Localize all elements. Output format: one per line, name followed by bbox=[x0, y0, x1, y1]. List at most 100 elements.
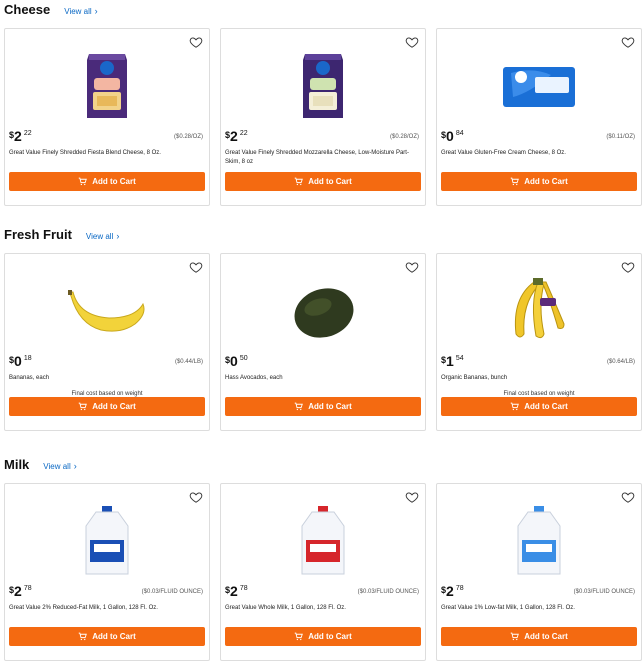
view-all-link[interactable]: View all › bbox=[64, 6, 98, 17]
product-card[interactable]: $ 0 50 Hass Avocados, each Add to Cart bbox=[220, 253, 426, 431]
cart-icon bbox=[294, 177, 304, 186]
section-title: Milk bbox=[4, 457, 30, 472]
unit-price: ($0.11/OZ) bbox=[606, 134, 635, 140]
cart-icon bbox=[294, 632, 304, 641]
cart-icon bbox=[78, 632, 88, 641]
price: $ 2 78 bbox=[441, 584, 464, 598]
add-to-cart-button[interactable]: Add to Cart bbox=[9, 397, 205, 416]
heart-icon[interactable] bbox=[189, 35, 203, 49]
product-image-cream-cheese-box[interactable] bbox=[484, 45, 594, 127]
product-name[interactable]: Great Value Gluten-Free Cream Cheese, 8 … bbox=[441, 149, 635, 158]
product-image-banana[interactable] bbox=[52, 270, 162, 352]
unit-price: ($0.03/FLUID OUNCE) bbox=[357, 589, 419, 595]
price: $ 2 22 bbox=[225, 129, 248, 143]
unit-price: ($0.03/FLUID OUNCE) bbox=[141, 589, 203, 595]
add-to-cart-button[interactable]: Add to Cart bbox=[225, 627, 421, 646]
add-to-cart-label: Add to Cart bbox=[92, 402, 136, 411]
section-header-milk: Milk View all › bbox=[4, 457, 77, 472]
heart-icon[interactable] bbox=[621, 490, 635, 504]
unit-price: ($0.28/OZ) bbox=[389, 134, 419, 140]
unit-price: ($0.28/OZ) bbox=[173, 134, 203, 140]
product-image-fiesta-cheese-bag[interactable] bbox=[52, 45, 162, 127]
heart-icon[interactable] bbox=[405, 260, 419, 274]
price: $ 0 50 bbox=[225, 354, 248, 368]
add-to-cart-button[interactable]: Add to Cart bbox=[441, 172, 637, 191]
price-cents: 22 bbox=[239, 130, 248, 137]
product-image-milk-jug-red[interactable] bbox=[268, 500, 378, 582]
add-to-cart-button[interactable]: Add to Cart bbox=[225, 172, 421, 191]
product-name[interactable]: Great Value Finely Shredded Mozzarella C… bbox=[225, 149, 419, 167]
add-to-cart-label: Add to Cart bbox=[524, 177, 568, 186]
product-card[interactable]: $ 0 84 ($0.11/OZ) Great Value Gluten-Fre… bbox=[436, 28, 642, 206]
price-cents: 50 bbox=[239, 355, 248, 362]
product-image-banana-bunch[interactable] bbox=[484, 270, 594, 352]
price-whole: 2 bbox=[14, 128, 22, 144]
add-to-cart-label: Add to Cart bbox=[308, 177, 352, 186]
product-card[interactable]: $ 2 78 ($0.03/FLUID OUNCE) Great Value 1… bbox=[436, 483, 642, 661]
price-whole: 0 bbox=[14, 353, 22, 369]
cart-icon bbox=[78, 402, 88, 411]
price-cents: 84 bbox=[455, 130, 464, 137]
add-to-cart-button[interactable]: Add to Cart bbox=[9, 627, 205, 646]
add-to-cart-button[interactable]: Add to Cart bbox=[441, 627, 637, 646]
add-to-cart-label: Add to Cart bbox=[92, 632, 136, 641]
price-cents: 78 bbox=[455, 585, 464, 592]
view-all-label: View all bbox=[85, 232, 114, 241]
add-to-cart-button[interactable]: Add to Cart bbox=[225, 397, 421, 416]
unit-price: ($0.64/LB) bbox=[606, 359, 635, 365]
heart-icon[interactable] bbox=[621, 35, 635, 49]
price-whole: 2 bbox=[230, 128, 238, 144]
heart-icon[interactable] bbox=[405, 490, 419, 504]
product-name[interactable]: Great Value 1% Low-fat Milk, 1 Gallon, 1… bbox=[441, 604, 635, 613]
product-name[interactable]: Organic Bananas, bunch bbox=[441, 374, 635, 383]
product-image-milk-jug-light-blue[interactable] bbox=[484, 500, 594, 582]
product-name[interactable]: Great Value Finely Shredded Fiesta Blend… bbox=[9, 149, 203, 158]
chevron-right-icon: › bbox=[73, 461, 77, 471]
view-all-link[interactable]: View all › bbox=[85, 231, 120, 242]
chevron-right-icon: › bbox=[116, 231, 120, 241]
product-card[interactable]: $ 2 22 ($0.28/OZ) Great Value Finely Shr… bbox=[220, 28, 426, 206]
product-name[interactable]: Great Value 2% Reduced-Fat Milk, 1 Gallo… bbox=[9, 604, 203, 613]
product-name[interactable]: Bananas, each bbox=[9, 374, 203, 383]
view-all-label: View all bbox=[64, 7, 92, 16]
section-header-cheese: Cheese View all › bbox=[4, 2, 98, 17]
price: $ 0 84 bbox=[441, 129, 464, 143]
add-to-cart-button[interactable]: Add to Cart bbox=[9, 172, 205, 191]
product-image-avocado[interactable] bbox=[268, 270, 378, 352]
price: $ 2 78 bbox=[225, 584, 248, 598]
cart-icon bbox=[510, 177, 520, 186]
product-card[interactable]: $ 2 22 ($0.28/OZ) Great Value Finely Shr… bbox=[4, 28, 210, 206]
product-card[interactable]: $ 2 78 ($0.03/FLUID OUNCE) Great Value 2… bbox=[4, 483, 210, 661]
heart-icon[interactable] bbox=[189, 260, 203, 274]
product-image-mozzarella-cheese-bag[interactable] bbox=[268, 45, 378, 127]
add-to-cart-label: Add to Cart bbox=[524, 402, 568, 411]
price-whole: 2 bbox=[14, 583, 22, 599]
section-title: Fresh Fruit bbox=[4, 227, 72, 242]
view-all-link[interactable]: View all › bbox=[43, 461, 77, 472]
section-title: Cheese bbox=[4, 2, 51, 17]
cart-icon bbox=[78, 177, 88, 186]
add-to-cart-button[interactable]: Add to Cart bbox=[441, 397, 637, 416]
price-cents: 78 bbox=[239, 585, 248, 592]
price: $ 0 18 bbox=[9, 354, 32, 368]
add-to-cart-label: Add to Cart bbox=[308, 402, 352, 411]
product-card[interactable]: $ 0 18 ($0.44/LB) Bananas, each Final co… bbox=[4, 253, 210, 431]
view-all-label: View all bbox=[43, 462, 71, 471]
product-name[interactable]: Hass Avocados, each bbox=[225, 374, 419, 383]
add-to-cart-label: Add to Cart bbox=[308, 632, 352, 641]
chevron-right-icon: › bbox=[94, 6, 98, 16]
product-name[interactable]: Great Value Whole Milk, 1 Gallon, 128 Fl… bbox=[225, 604, 419, 613]
price-whole: 1 bbox=[446, 353, 454, 369]
product-image-milk-jug-blue[interactable] bbox=[52, 500, 162, 582]
product-card[interactable]: $ 1 54 ($0.64/LB) Organic Bananas, bunch… bbox=[436, 253, 642, 431]
product-card[interactable]: $ 2 78 ($0.03/FLUID OUNCE) Great Value W… bbox=[220, 483, 426, 661]
price: $ 2 22 bbox=[9, 129, 32, 143]
price-cents: 54 bbox=[455, 355, 464, 362]
price-whole: 2 bbox=[446, 583, 454, 599]
heart-icon[interactable] bbox=[621, 260, 635, 274]
price-cents: 78 bbox=[23, 585, 32, 592]
heart-icon[interactable] bbox=[405, 35, 419, 49]
price-whole: 2 bbox=[230, 583, 238, 599]
price-whole: 0 bbox=[446, 128, 454, 144]
heart-icon[interactable] bbox=[189, 490, 203, 504]
